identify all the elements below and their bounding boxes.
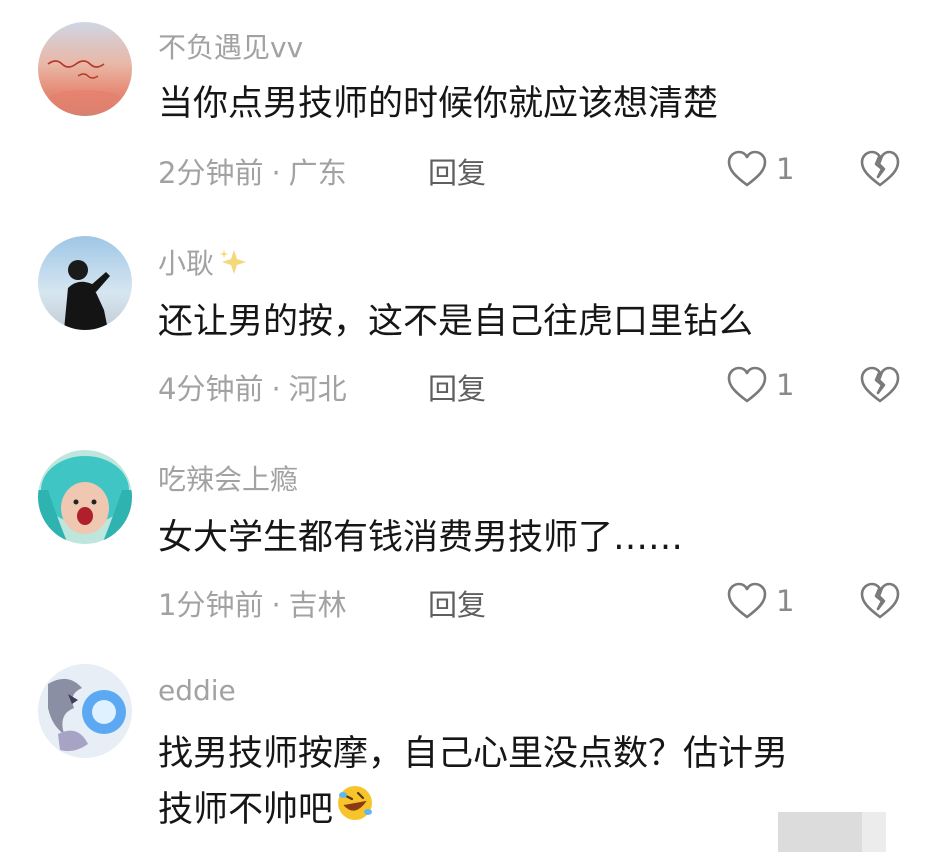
location: 广东 <box>288 156 347 190</box>
avatar[interactable] <box>38 22 132 116</box>
rolling-on-floor-laughing-emoji <box>335 783 375 840</box>
like-button[interactable]: 1 <box>726 582 794 620</box>
location: 吉林 <box>288 588 347 622</box>
avatar[interactable] <box>38 236 132 330</box>
comment-text: 女大学生都有钱消费男技师了…… <box>158 518 684 558</box>
broken-heart-icon <box>860 366 900 403</box>
reply-button[interactable]: 回复 <box>428 150 486 192</box>
comment-meta: 4分钟前 · 河北 <box>158 366 347 408</box>
username-text: 小耿 <box>158 247 215 280</box>
dislike-button[interactable] <box>860 150 900 192</box>
location: 河北 <box>288 372 347 406</box>
comment-meta: 1分钟前 · 吉林 <box>158 582 347 624</box>
like-count: 1 <box>776 584 795 618</box>
comment-text: 还让男的按，这不是自己往虎口里钻么 <box>158 302 754 342</box>
meta-separator: · <box>271 588 281 622</box>
like-button[interactable]: 1 <box>726 366 794 404</box>
timestamp: 1分钟前 <box>158 588 264 622</box>
dislike-button[interactable] <box>860 582 900 624</box>
handwriting-avatar-icon <box>38 22 132 116</box>
broken-heart-icon <box>860 582 900 619</box>
meta-separator: · <box>271 156 281 190</box>
avatar[interactable] <box>38 450 132 544</box>
timestamp: 4分钟前 <box>158 372 264 406</box>
dislike-button[interactable] <box>860 366 900 408</box>
broken-heart-icon <box>860 150 900 187</box>
reply-button[interactable]: 回复 <box>428 582 486 624</box>
username[interactable]: 小耿 <box>158 242 248 284</box>
comment-text-line: 找男技师按摩，自己心里没点数？估计男 <box>158 734 789 774</box>
like-count: 1 <box>776 368 795 402</box>
like-count: 1 <box>776 152 795 186</box>
comment-text: 当你点男技师的时候你就应该想清楚 <box>158 84 719 124</box>
reply-button[interactable]: 回复 <box>428 366 486 408</box>
comment-text-line-content: 技师不帅吧 <box>158 790 334 830</box>
person-silhouette-avatar-icon <box>38 236 132 330</box>
username[interactable]: 不负遇见vv <box>158 26 303 66</box>
timestamp: 2分钟前 <box>158 156 264 190</box>
blue-hair-avatar-icon <box>38 450 132 544</box>
heart-icon <box>727 366 767 403</box>
like-button[interactable]: 1 <box>726 150 794 188</box>
username[interactable]: eddie <box>158 674 236 707</box>
heart-icon <box>727 582 767 619</box>
sparkle-icon <box>218 247 248 284</box>
dragon-avatar-icon <box>38 664 132 758</box>
heart-icon <box>727 150 767 187</box>
meta-separator: · <box>271 372 281 406</box>
username[interactable]: 吃辣会上瘾 <box>158 458 298 498</box>
comment-meta: 2分钟前 · 广东 <box>158 150 347 192</box>
avatar[interactable] <box>38 664 132 758</box>
censor-blur <box>778 812 886 852</box>
